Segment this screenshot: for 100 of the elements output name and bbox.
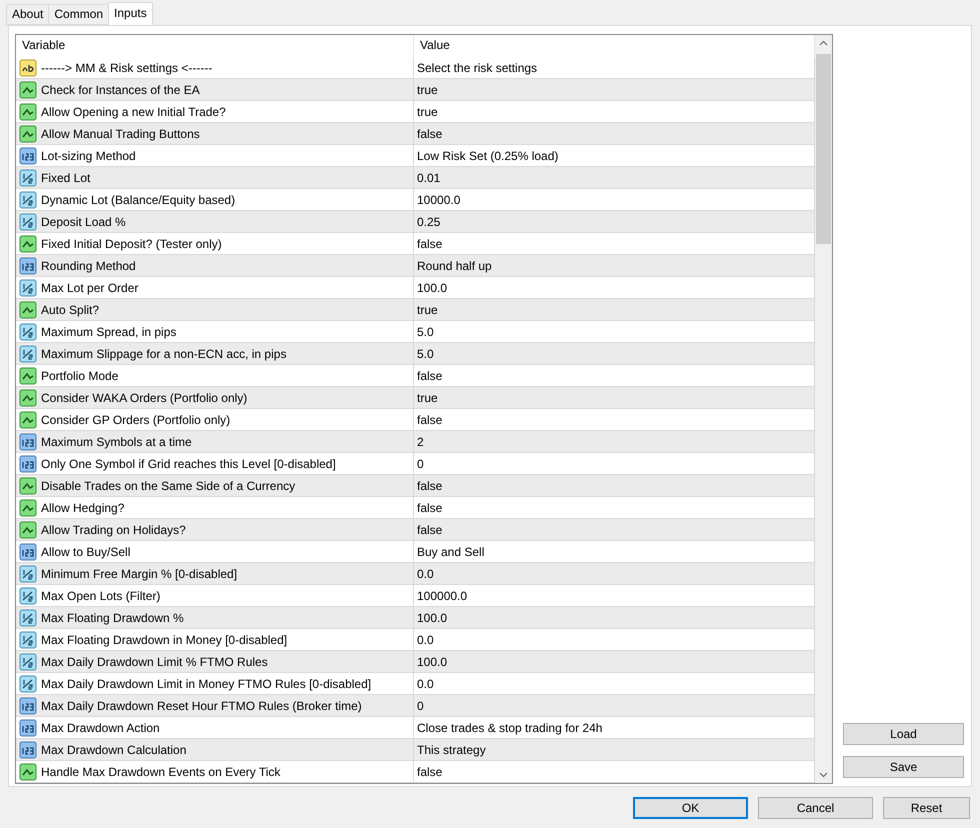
fraction-type-icon <box>19 168 37 186</box>
value-cell[interactable]: 5.0 <box>414 321 815 343</box>
value-cell[interactable]: false <box>414 409 815 431</box>
variable-name: Fixed Lot <box>41 170 90 184</box>
fraction-type-icon <box>19 674 37 692</box>
value-cell[interactable]: 100.0 <box>414 651 815 673</box>
toggle-type-icon <box>19 366 37 384</box>
value-cell[interactable]: true <box>414 101 815 123</box>
value-cell[interactable]: 100.0 <box>414 277 815 299</box>
fraction-type-icon <box>19 344 37 362</box>
variable-name: Max Floating Drawdown % <box>41 610 184 624</box>
side-button[interactable]: Save <box>843 756 964 778</box>
tab[interactable]: About <box>6 4 50 25</box>
variable-name: Consider WAKA Orders (Portfolio only) <box>41 390 248 404</box>
integer-type-icon <box>19 542 37 560</box>
toggle-type-icon <box>19 234 37 252</box>
text-type-icon <box>19 58 37 76</box>
scroll-thumb[interactable] <box>816 54 831 244</box>
value-cell[interactable]: Select the risk settings <box>414 57 815 79</box>
toggle-type-icon <box>19 388 37 406</box>
value-cell[interactable]: true <box>414 387 815 409</box>
variable-name: Check for Instances of the EA <box>41 82 200 96</box>
value-cell[interactable]: 100000.0 <box>414 585 815 607</box>
toggle-type-icon <box>19 102 37 120</box>
value-cell[interactable]: 0 <box>414 695 815 717</box>
variable-name: Max Drawdown Action <box>41 720 160 734</box>
value-cell[interactable]: Buy and Sell <box>414 541 815 563</box>
fraction-type-icon <box>19 608 37 626</box>
value-cell[interactable]: true <box>414 79 815 101</box>
variable-name: Max Lot per Order <box>41 280 138 294</box>
variable-name: Max Drawdown Calculation <box>41 742 186 756</box>
toggle-type-icon <box>19 476 37 494</box>
value-cell[interactable]: false <box>414 365 815 387</box>
value-cell[interactable]: false <box>414 475 815 497</box>
variable-name: Fixed Initial Deposit? (Tester only) <box>41 236 222 250</box>
variable-name: Max Daily Drawdown Reset Hour FTMO Rules (Broker time) <box>41 698 362 712</box>
toggle-type-icon <box>19 300 37 318</box>
tab[interactable]: Inputs <box>108 2 153 25</box>
value-cell[interactable]: Low Risk Set (0.25% load) <box>414 145 815 167</box>
dialog-button[interactable]: Reset <box>883 797 970 819</box>
toggle-type-icon <box>19 498 37 516</box>
value-cell[interactable]: false <box>414 233 815 255</box>
integer-type-icon <box>19 256 37 274</box>
integer-type-icon <box>19 696 37 714</box>
variable-name: Rounding Method <box>41 258 136 272</box>
dialog-button[interactable]: OK <box>633 797 748 819</box>
variable-name: Disable Trades on the Same Side of a Currency <box>41 478 296 492</box>
value-cell[interactable]: 0 <box>414 453 815 475</box>
fraction-type-icon <box>19 652 37 670</box>
value-cell[interactable]: false <box>414 497 815 519</box>
value-cell[interactable]: 0.01 <box>414 167 815 189</box>
variable-name: Max Open Lots (Filter) <box>41 588 160 602</box>
variable-name: Allow to Buy/Sell <box>41 544 130 558</box>
value-cell[interactable]: 5.0 <box>414 343 815 365</box>
variable-name: Consider GP Orders (Portfolio only) <box>41 412 230 426</box>
integer-type-icon <box>19 740 37 758</box>
value-cell[interactable]: 2 <box>414 431 815 453</box>
value-cell[interactable]: true <box>414 299 815 321</box>
fraction-type-icon <box>19 212 37 230</box>
variable-name: ------> MM & Risk settings <------ <box>41 60 212 74</box>
value-cell[interactable]: 0.0 <box>414 629 815 651</box>
value-cell[interactable]: 0.0 <box>414 563 815 585</box>
variable-name: Auto Split? <box>41 302 100 316</box>
variable-name: Maximum Symbols at a time <box>41 434 192 448</box>
fraction-type-icon <box>19 278 37 296</box>
value-cell[interactable]: Close trades & stop trading for 24h <box>414 717 815 739</box>
value-cell[interactable]: 100.0 <box>414 607 815 629</box>
value-cell[interactable]: false <box>414 519 815 541</box>
variable-name: Max Daily Drawdown Limit % FTMO Rules <box>41 654 268 668</box>
toggle-type-icon <box>19 762 37 780</box>
variable-name: Lot-sizing Method <box>41 148 136 162</box>
variable-name: Maximum Slippage for a non-ECN acc, in pips <box>41 346 286 360</box>
value-cell[interactable]: This strategy <box>414 739 815 761</box>
scrollbar[interactable] <box>815 35 832 783</box>
variable-name: Deposit Load % <box>41 214 126 228</box>
fraction-type-icon <box>19 586 37 604</box>
dialog-button[interactable]: Cancel <box>758 797 873 819</box>
variable-name: Allow Hedging? <box>41 500 124 514</box>
variable-name: Max Daily Drawdown Limit in Money FTMO Rules [0-disabled] <box>41 676 372 690</box>
variable-name: Allow Trading on Holidays? <box>41 522 186 536</box>
value-cell[interactable]: 10000.0 <box>414 189 815 211</box>
integer-type-icon <box>19 718 37 736</box>
value-cell[interactable]: 0.25 <box>414 211 815 233</box>
variable-name: Allow Manual Trading Buttons <box>41 126 200 140</box>
integer-type-icon <box>19 454 37 472</box>
variable-name: Only One Symbol if Grid reaches this Level [0-disabled] <box>41 456 336 470</box>
side-button[interactable]: Load <box>843 723 964 745</box>
variable-name: Allow Opening a new Initial Trade? <box>41 104 226 118</box>
value-cell[interactable]: false <box>414 123 815 145</box>
toggle-type-icon <box>19 80 37 98</box>
toggle-type-icon <box>19 124 37 142</box>
toggle-type-icon <box>19 520 37 538</box>
value-cell[interactable]: Round half up <box>414 255 815 277</box>
value-cell[interactable]: false <box>414 761 815 783</box>
value-cell[interactable]: 0.0 <box>414 673 815 695</box>
tab[interactable]: Common <box>48 4 110 25</box>
fraction-type-icon <box>19 190 37 208</box>
fraction-type-icon <box>19 322 37 340</box>
toggle-type-icon <box>19 410 37 428</box>
variable-name: Portfolio Mode <box>41 368 118 382</box>
